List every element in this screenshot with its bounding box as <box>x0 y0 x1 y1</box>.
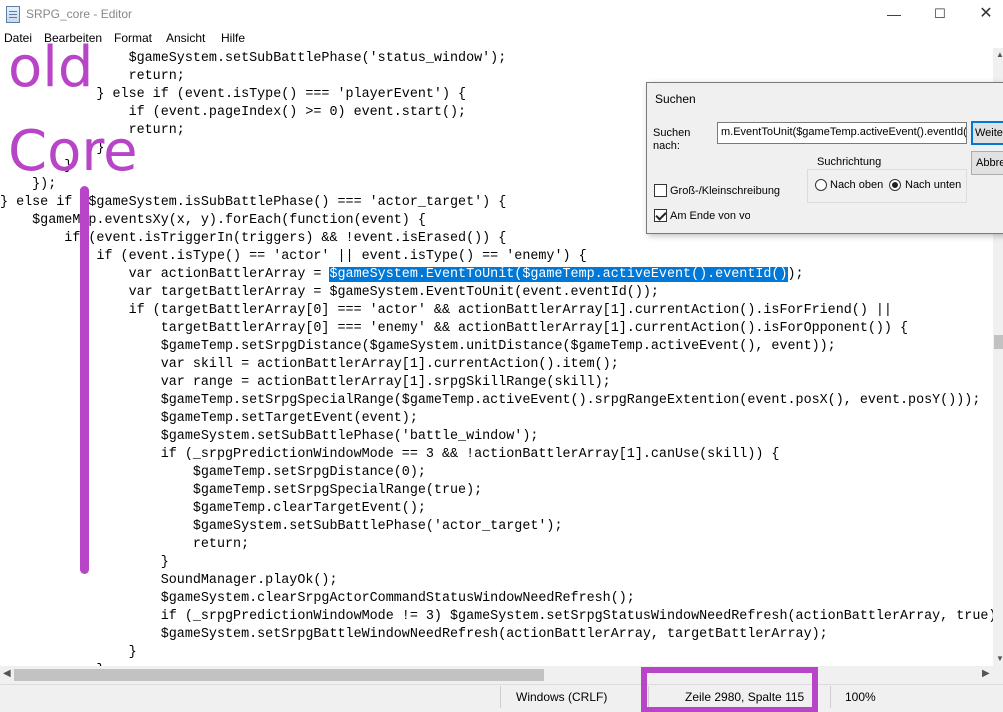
code-line[interactable]: } <box>0 644 993 662</box>
code-line[interactable]: $gameTemp.setTargetEvent(event); <box>0 410 993 428</box>
menu-hilfe[interactable]: Hilfe <box>221 31 245 45</box>
code-line[interactable]: $gameTemp.setSrpgDistance(0); <box>0 464 993 482</box>
status-separator <box>500 686 501 708</box>
code-line[interactable]: $gameTemp.setSrpgSpecialRange($gameTemp.… <box>0 392 993 410</box>
find-dialog-title: Suchen <box>655 92 696 106</box>
annotation-old: old <box>8 35 94 100</box>
code-line[interactable]: if (_srpgPredictionWindowMode != 3) $gam… <box>0 608 993 626</box>
code-line[interactable]: if (targetBattlerArray[0] === 'actor' &&… <box>0 302 993 320</box>
annotation-vertical-line <box>80 186 89 574</box>
window-title: SRPG_core - Editor <box>26 7 133 21</box>
match-case-checkbox[interactable] <box>654 184 667 197</box>
code-line[interactable]: var targetBattlerArray = $gameSystem.Eve… <box>0 284 993 302</box>
code-prefix: var actionBattlerArray = <box>0 267 330 282</box>
status-line-ending: Windows (CRLF) <box>516 690 608 704</box>
menu-format[interactable]: Format <box>114 31 152 45</box>
find-dialog: Suchen Suchen nach: m.EventToUnit($gameT… <box>646 82 1003 234</box>
status-zoom: 100% <box>845 690 876 704</box>
direction-up-label[interactable]: Nach oben <box>830 179 883 191</box>
horizontal-scroll-thumb[interactable] <box>14 669 544 681</box>
annotation-highlight-box <box>641 667 818 712</box>
code-line[interactable]: } <box>0 554 993 572</box>
menu-bar: Datei Bearbeiten Format Ansicht Hilfe <box>0 30 1003 48</box>
code-line[interactable]: if (_srpgPredictionWindowMode == 3 && !a… <box>0 446 993 464</box>
code-line[interactable]: $gameSystem.setSrpgBattleWindowNeedRefre… <box>0 626 993 644</box>
code-line[interactable]: var actionBattlerArray = $gameSystem.Eve… <box>0 266 993 284</box>
code-line[interactable]: $gameTemp.clearTargetEvent(); <box>0 500 993 518</box>
direction-label: Suchrichtung <box>815 156 884 168</box>
match-case-label[interactable]: Groß-/Kleinschreibung <box>670 185 780 197</box>
wrap-around-label[interactable]: Am Ende von vorn <box>670 210 750 222</box>
scroll-up-arrow-icon[interactable]: ▲ <box>996 50 1003 59</box>
notepad-icon <box>6 6 20 23</box>
close-button[interactable]: ✕ <box>963 0 1003 30</box>
code-line[interactable]: var range = actionBattlerArray[1].srpgSk… <box>0 374 993 392</box>
code-line[interactable]: $gameSystem.setSubBattlePhase('battle_wi… <box>0 428 993 446</box>
status-separator <box>830 686 831 708</box>
code-line[interactable]: var skill = actionBattlerArray[1].curren… <box>0 356 993 374</box>
wrap-around-checkbox[interactable] <box>654 209 667 222</box>
code-line[interactable]: SoundManager.playOk(); <box>0 572 993 590</box>
direction-down-label[interactable]: Nach unten <box>905 179 961 191</box>
vertical-scroll-thumb[interactable] <box>994 335 1003 349</box>
direction-up-radio[interactable] <box>815 179 827 191</box>
code-line[interactable]: $gameSystem.setSubBattlePhase('actor_tar… <box>0 518 993 536</box>
code-line[interactable]: targetBattlerArray[0] === 'enemy' && act… <box>0 320 993 338</box>
code-line[interactable]: $gameTemp.setSrpgSpecialRange(true); <box>0 482 993 500</box>
maximize-button[interactable]: ☐ <box>917 0 963 30</box>
scrollbar-corner <box>993 666 1003 684</box>
annotation-core: Core <box>8 119 138 184</box>
menu-ansicht[interactable]: Ansicht <box>166 31 205 45</box>
scroll-right-arrow-icon[interactable]: ▶ <box>982 668 990 679</box>
scroll-left-arrow-icon[interactable]: ◀ <box>3 668 11 679</box>
code-line[interactable]: $gameSystem.clearSrpgActorCommandStatusW… <box>0 590 993 608</box>
minimize-button[interactable]: — <box>871 0 917 30</box>
code-line[interactable]: $gameTemp.setSrpgDistance($gameSystem.un… <box>0 338 993 356</box>
scroll-down-arrow-icon[interactable]: ▼ <box>996 654 1003 663</box>
cancel-button[interactable]: Abbrechen <box>971 151 1003 175</box>
search-input[interactable]: m.EventToUnit($gameTemp.activeEvent().ev… <box>717 122 967 144</box>
title-bar: SRPG_core - Editor — ☐ ✕ <box>0 0 1003 30</box>
code-line[interactable]: if (event.isType() == 'actor' || event.i… <box>0 248 993 266</box>
code-line[interactable]: return; <box>0 536 993 554</box>
code-line[interactable]: $gameSystem.setSubBattlePhase('status_wi… <box>0 50 993 68</box>
code-suffix: ); <box>787 267 804 282</box>
search-label: Suchen nach: <box>653 127 691 152</box>
selected-text[interactable]: $gameSystem.EventToUnit($gameTemp.active… <box>329 267 788 282</box>
find-next-button[interactable]: Weitersuchen <box>971 121 1003 145</box>
direction-down-radio[interactable] <box>889 179 901 191</box>
